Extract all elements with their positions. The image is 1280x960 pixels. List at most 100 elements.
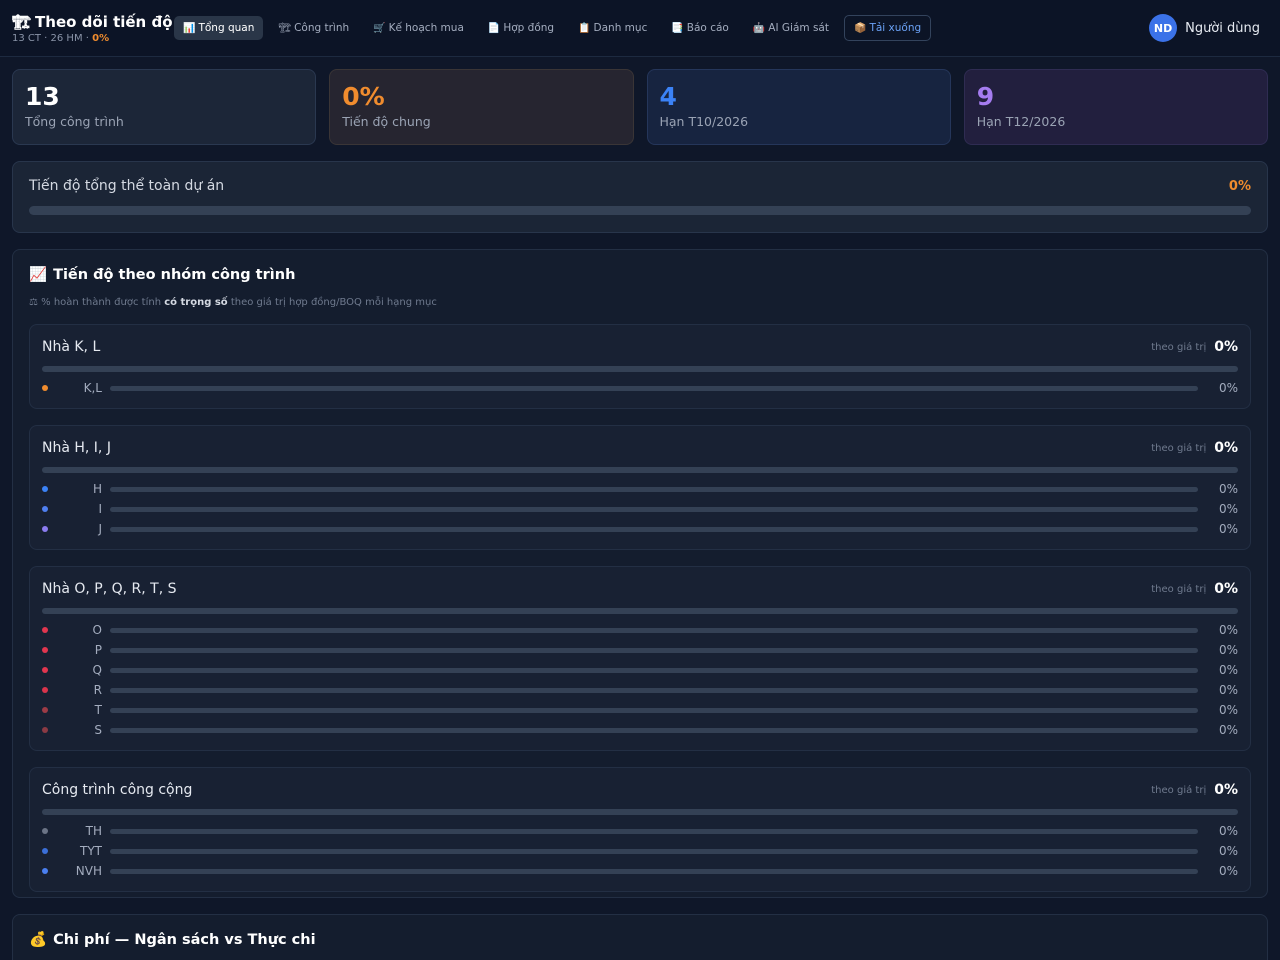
stat-label: Tiến độ chung [342,114,431,129]
tab-label: Công trình [294,22,350,34]
group-name: Nhà K, L [42,339,101,355]
tab-label: AI Giám sát [768,22,829,34]
item-row: I 0% [42,499,1238,519]
app-summary: 13 CT · 26 HM · 0% [12,33,174,44]
panel-title: 📈 Tiến độ theo nhóm công trình [29,266,1251,284]
top-bar: 🏗 Theo dõi tiến độ 13 CT · 26 HM · 0% 📊 … [0,0,1280,57]
item-percent: 0% [1218,482,1238,496]
item-label: S [94,723,102,737]
item-label: Q [92,663,102,677]
item-progress-bar [110,687,1198,693]
cost-panel: 💰 Chi phí — Ngân sách vs Thực chi [12,914,1268,960]
item-label: J [98,522,102,536]
note-emphasis: có trọng số [164,297,228,308]
group-progress-bar [42,467,1238,473]
stat-value: 13 [25,82,60,111]
package-icon: 📦 [853,22,867,34]
group-percent: 0% [1214,339,1238,355]
stat-value: 0% [342,82,385,111]
item-progress-bar [110,707,1198,713]
group-percent: 0% [1214,581,1238,597]
cart-icon: 🛒 [373,22,386,34]
overall-progress-bar [29,206,1251,215]
tab-label: Tổng quan [198,22,255,34]
stat-value: 9 [976,82,995,111]
cost-title-text: Chi phí — Ngân sách vs Thực chi [53,931,316,948]
chart-icon: 📊 [183,22,196,34]
tab-overview[interactable]: 📊 Tổng quan [174,16,264,40]
item-label: P [94,643,102,657]
item-row: P 0% [42,640,1238,660]
item-percent: 0% [1218,683,1238,697]
cost-title: 💰 Chi phí — Ngân sách vs Thực chi [29,931,1251,949]
tab-contracts[interactable]: 📄 Hợp đồng [479,16,563,40]
report-icon: 📑 [671,22,684,34]
group-progress-bar [42,809,1238,815]
group-name: Nhà O, P, Q, R, T, S [42,581,177,597]
stats-row: 13 Tổng công trình 0% Tiến độ chung 4 Hạ… [0,57,1280,145]
item-progress-bar [110,385,1198,391]
document-icon: 📄 [487,22,501,34]
status-dot [42,828,48,834]
group-name: Nhà H, I, J [42,440,111,456]
stat-card-deadline-oct: 4 Hạn T10/2026 [646,69,951,145]
item-percent: 0% [1218,824,1238,838]
status-dot [42,707,48,713]
crane-icon: 🏗 [278,22,292,34]
status-dot [42,647,48,653]
item-row: T 0% [42,700,1238,720]
tab-reports[interactable]: 📑 Báo cáo [662,16,737,40]
note-text: theo giá trị hợp đồng/BOQ mỗi hạng mục [227,297,437,308]
stat-card-deadline-dec: 9 Hạn T12/2026 [963,69,1268,145]
panel-title-text: Tiến độ theo nhóm công trình [53,266,296,283]
overall-progress-card: Tiến độ tổng thể toàn dự án 0% [12,161,1268,233]
stat-card-total-projects: 13 Tổng công trình [12,69,317,145]
item-label: R [93,683,102,697]
tab-catalog[interactable]: 📋 Danh mục [569,16,656,40]
tab-projects[interactable]: 🏗 Công trình [269,16,358,40]
group-progress-panel: 📈 Tiến độ theo nhóm công trình ⚖ % hoàn … [12,249,1268,898]
tab-ai-monitor[interactable]: 🤖 AI Giám sát [744,16,838,40]
item-percent: 0% [1218,623,1238,637]
money-bag-icon: 💰 [29,932,48,948]
avatar[interactable]: ND [1149,14,1178,42]
item-row: H 0% [42,479,1238,499]
item-progress-bar [110,727,1198,733]
group-weight-label: theo giá trị [1151,583,1207,595]
status-dot [42,848,48,854]
tab-label: Hợp đồng [503,22,555,34]
user-menu[interactable]: ND Người dùng [1149,14,1260,42]
status-dot [42,506,48,512]
overall-progress-percent: 0% [1228,178,1251,194]
clipboard-icon: 📋 [578,22,591,34]
item-label: H [92,482,102,496]
group-card: Công trình công cộng theo giá trị 0% TH 0% TY… [29,767,1251,892]
status-dot [42,486,48,492]
item-progress-bar [110,627,1198,633]
item-percent: 0% [1218,502,1238,516]
download-button[interactable]: 📦 Tải xuống [843,15,932,41]
brand: 🏗 Theo dõi tiến độ 13 CT · 26 HM · 0% [12,13,174,44]
group-card: Nhà H, I, J theo giá trị 0% H 0% I 0% J 0% [29,425,1251,550]
item-row: TH 0% [42,821,1238,841]
app-title: 🏗 Theo dõi tiến độ [12,13,174,31]
app-title-text: Theo dõi tiến độ [35,12,173,31]
item-row: S 0% [42,720,1238,740]
item-row: Q 0% [42,660,1238,680]
user-name: Người dùng [1185,20,1260,36]
group-weight-label: theo giá trị [1151,784,1207,796]
item-percent: 0% [1218,703,1238,717]
summary-progress: 0% [92,32,110,44]
weighting-note: ⚖ % hoàn thành được tính có trọng số the… [29,297,1251,308]
group-card: Nhà O, P, Q, R, T, S theo giá trị 0% O 0% P 0%… [29,566,1251,751]
status-dot [42,727,48,733]
item-progress-bar [110,848,1198,854]
tab-purchase-plan[interactable]: 🛒 Kế hoạch mua [364,16,473,40]
summary-counts: 13 CT · 26 HM · [12,32,93,44]
status-dot [42,687,48,693]
group-percent: 0% [1214,782,1238,798]
item-row: TYT 0% [42,841,1238,861]
item-progress-bar [110,506,1198,512]
note-text: % hoàn thành được tính [41,297,165,308]
item-percent: 0% [1218,643,1238,657]
